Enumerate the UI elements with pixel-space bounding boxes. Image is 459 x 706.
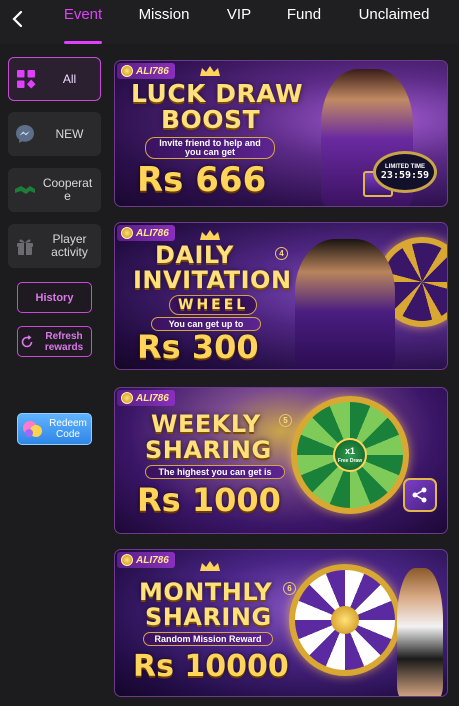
tab-event[interactable]: Event [60, 0, 106, 44]
banner-title-line2: BOOST [161, 105, 261, 134]
tab-mission-label: Mission [138, 6, 190, 23]
share-button [403, 478, 437, 512]
banner-title-line2: INVITATION [133, 266, 292, 294]
banner-title-line1: DAILY [155, 241, 234, 269]
tab-vip[interactable]: VIP [222, 0, 256, 44]
refresh-rewards-button[interactable]: Refresh rewards [17, 326, 92, 357]
refresh-rewards-label: Refresh rewards [44, 330, 84, 353]
banner-amount: Rs 666 [137, 160, 267, 200]
gift-icon [8, 224, 42, 268]
brand-name: ALI786 [136, 65, 169, 77]
redeem-code-label: Redeem Code [49, 418, 87, 440]
banner-amount: Rs 1000 [137, 481, 281, 519]
banner-daily-invitation-wheel[interactable]: ALI786 DAILY 4 INVITATION WHEEL You can … [114, 222, 448, 370]
coin-icon [121, 65, 133, 77]
crown-icon [200, 230, 220, 240]
redeem-gift-icon [23, 421, 42, 437]
brand-name: ALI786 [136, 554, 169, 566]
brand-logo: ALI786 [117, 552, 175, 568]
banner-title-line2: SHARING [145, 603, 272, 631]
banner-luck-draw-boost[interactable]: ALI786 LUCK DRAW BOOST Invite friend to … [114, 60, 448, 207]
handshake-icon [8, 168, 42, 212]
banner-monthly-sharing[interactable]: ALI786 MONTHLY 6 SHARING Random Mission … [114, 549, 448, 697]
top-tab-bar: Event Mission VIP Fund Unclaimed [0, 0, 459, 44]
tab-fund[interactable]: Fund [284, 0, 324, 44]
banner-title-line1: MONTHLY [139, 578, 273, 606]
chevron-left-icon [12, 10, 23, 28]
tab-unclaimed-label: Unclaimed [358, 6, 430, 23]
timer-value: 23:59:59 [380, 169, 430, 181]
sidebar-item-cooperate[interactable]: Cooperate [8, 168, 101, 212]
brand-logo: ALI786 [117, 390, 175, 406]
brand-name: ALI786 [136, 227, 169, 239]
crown-icon [200, 561, 220, 571]
banner-title-line1: WEEKLY [151, 410, 261, 438]
redeem-code-button[interactable]: Redeem Code [17, 413, 92, 445]
woman-figure [397, 568, 443, 696]
tab-unclaimed[interactable]: Unclaimed [354, 0, 434, 44]
banner-amount: Rs 300 [137, 328, 259, 366]
share-icon [412, 487, 427, 503]
woman-figure [295, 239, 395, 369]
countdown-timer: LIMITED TIME 23:59:59 [373, 151, 437, 193]
wheel-center-multiplier: x1 [344, 446, 355, 456]
banner-number-badge: 5 [279, 414, 292, 427]
brand-name: ALI786 [136, 392, 169, 404]
brand-logo: ALI786 [117, 225, 175, 241]
banner-subtitle: Random Mission Reward [143, 632, 273, 646]
sidebar-item-label: All [62, 71, 77, 86]
sidebar-item-new[interactable]: NEW [8, 112, 101, 156]
tab-event-label: Event [63, 6, 103, 23]
refresh-icon [21, 334, 33, 347]
events-screen: Event Mission VIP Fund Unclaimed All NEW… [0, 0, 459, 706]
grid-icon [9, 58, 43, 100]
history-label: History [35, 291, 74, 304]
tab-mission[interactable]: Mission [134, 0, 194, 44]
wheel-center-hub [331, 606, 359, 634]
messenger-icon [8, 112, 42, 156]
sidebar-item-label: Player activity [51, 232, 88, 259]
banner-amount: Rs 10000 [133, 649, 289, 684]
banner-title-line2: SHARING [145, 436, 272, 464]
crown-icon [200, 66, 220, 76]
banner-title-line1: LUCK DRAW [131, 79, 304, 108]
banner-number-badge: 6 [283, 582, 296, 595]
wheel-center-label: Free Draw [337, 458, 363, 464]
banner-title-line3: WHEEL [169, 295, 258, 315]
history-button[interactable]: History [17, 282, 92, 313]
coin-icon [121, 392, 133, 404]
category-sidebar: All NEW Cooperate Player activity Histor… [0, 44, 110, 706]
sidebar-item-label: Cooperate [42, 176, 93, 203]
banner-weekly-sharing[interactable]: ALI786 x1 Free Draw WEEKLY 5 SHARING The… [114, 387, 448, 534]
tab-vip-label: VIP [226, 6, 252, 23]
sidebar-item-player-activity[interactable]: Player activity [8, 224, 101, 268]
coin-icon [121, 554, 133, 566]
banner-subtitle: The highest you can get is [145, 465, 285, 479]
banner-subtitle: Invite friend to help and you can get [145, 137, 275, 159]
sidebar-item-label: NEW [55, 126, 84, 141]
coin-icon [121, 227, 133, 239]
sidebar-item-all[interactable]: All [8, 57, 101, 101]
back-button[interactable] [6, 8, 28, 30]
tab-fund-label: Fund [286, 6, 322, 23]
brand-logo: ALI786 [117, 63, 175, 79]
banner-number-badge: 4 [275, 247, 288, 260]
